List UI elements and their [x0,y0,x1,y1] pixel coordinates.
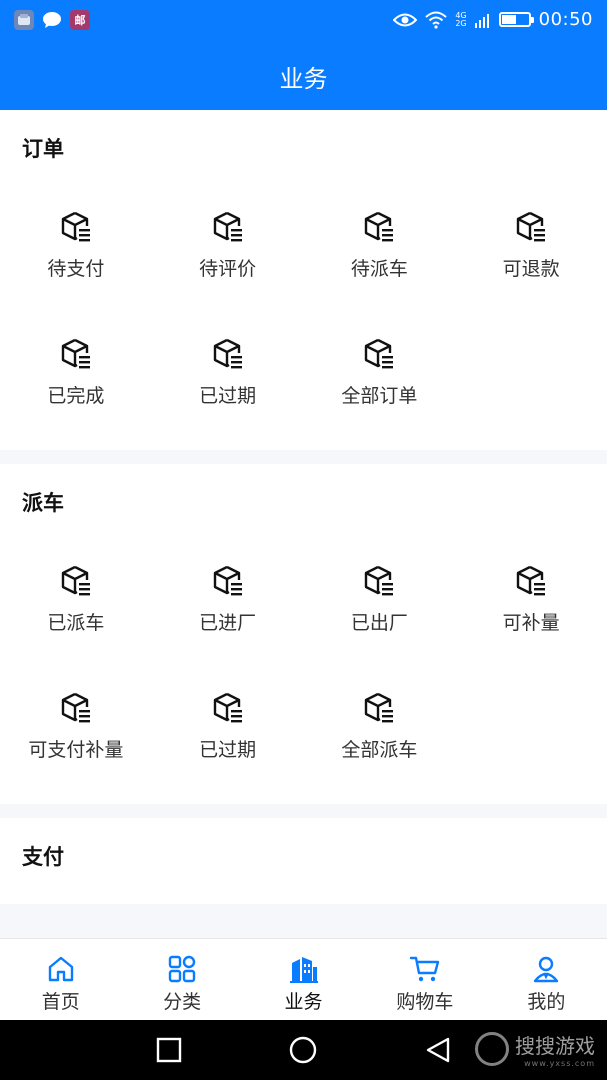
grid-item-label: 可补量 [502,612,560,634]
nav-label-cart: 购物车 [396,991,454,1013]
grid-item[interactable]: 可退款 [455,186,607,313]
package-list-icon [365,565,394,596]
app-notification-icon [14,10,34,30]
network-type: 4G 2G [455,11,467,28]
grid-item-label: 已进厂 [199,612,257,634]
cart-icon [409,956,440,982]
nav-item-cart[interactable]: 购物车 [364,939,485,1020]
status-bar: 邮 4G 2G 00:50 [0,0,607,42]
grid-item-label: 待评价 [199,258,257,280]
package-list-icon [61,692,90,723]
grid-item[interactable]: 全部订单 [304,313,456,440]
package-list-icon [213,338,242,369]
grid-item[interactable]: 全部派车 [304,667,456,794]
grid-item[interactable]: 已过期 [152,667,304,794]
payment-grid [0,894,607,904]
grid-item-label: 全部订单 [341,385,418,407]
grid-item[interactable]: 待派车 [304,186,456,313]
nav-item-profile[interactable]: 我的 [486,939,607,1020]
grid-item-label: 待派车 [350,258,408,280]
grid-item-label: 可退款 [502,258,560,280]
page-header: 业务 [0,42,607,110]
grid-item[interactable]: 已派车 [0,540,152,667]
grid-item[interactable]: 待支付 [0,186,152,313]
grid-item[interactable]: 已进厂 [152,540,304,667]
grid-item[interactable]: 已过期 [152,313,304,440]
signal-icon [474,13,489,28]
watermark-text: 搜搜游戏 [515,1034,595,1058]
eye-icon [393,13,418,26]
network-2g-label: 2G [455,18,467,28]
package-list-icon [365,692,394,723]
main-content[interactable]: 订单 待支付 待评价 待派车 可退款 已完成 已过期 全部订单 派车 已派车 已进厂 已出厂 可补… [0,110,607,938]
package-list-icon [365,211,394,242]
nav-label-profile: 我的 [527,991,566,1013]
package-list-icon [213,692,242,723]
home-icon [48,956,73,982]
package-list-icon [516,211,546,242]
watermark-url: www.yxss.com [524,1059,595,1068]
user-icon [534,956,559,983]
package-list-icon [61,338,90,369]
nav-item-business[interactable]: 业务 [243,939,364,1020]
grid-item-label: 可支付补量 [28,739,124,761]
watermark: 搜搜游戏 www.yxss.com [475,1030,595,1068]
clock: 00:50 [538,9,593,30]
nav-label-home: 首页 [41,991,80,1013]
recent-apps-icon[interactable] [155,1036,183,1064]
section-orders: 订单 待支付 待评价 待派车 可退款已完成 已过期 全部订单 [0,110,607,450]
chat-notification-icon [42,10,62,30]
grid-item-label: 已出厂 [350,612,408,634]
package-list-icon [213,211,242,242]
section-title: 支付 [22,845,64,869]
grid-item[interactable]: 已出厂 [304,540,456,667]
nav-item-home[interactable]: 首页 [0,939,121,1020]
section-dispatch: 派车 已派车 已进厂 已出厂 可补量可支付补量 已过期 全部派车 [0,464,607,804]
grid-item[interactable]: 可补量 [455,540,607,667]
package-list-icon [213,565,242,596]
grid-item[interactable]: 可支付补量 [0,667,152,794]
system-nav-bar: 搜搜游戏 www.yxss.com [0,1020,607,1080]
order-grid: 待支付 待评价 待派车 可退款已完成 已过期 全部订单 [0,186,607,450]
section-title: 派车 [22,491,64,515]
grid-icon [168,955,196,983]
watermark-logo-icon [475,1032,509,1066]
nav-item-category[interactable]: 分类 [121,939,242,1020]
grid-item-label: 已过期 [199,739,257,761]
back-icon[interactable] [424,1036,452,1064]
nav-label-category: 分类 [163,991,202,1013]
grid-item-label: 已过期 [199,385,257,407]
package-list-icon [61,211,90,242]
business-icon [289,957,318,983]
package-list-icon [516,565,546,596]
home-button-icon[interactable] [289,1036,317,1064]
bottom-nav: 首页 分类 业务 购物车 我的 [0,938,607,1020]
section-payment: 支付 [0,818,607,904]
wifi-icon [425,11,447,29]
page-title: 业务 [279,64,328,93]
grid-item-label: 全部派车 [341,739,418,761]
postal-notification-icon: 邮 [70,10,90,30]
notification-icons: 邮 [14,10,90,30]
nav-label-business: 业务 [284,991,323,1013]
status-indicators: 4G 2G 00:50 [393,9,593,30]
section-title: 订单 [22,137,64,161]
grid-item[interactable]: 待评价 [152,186,304,313]
battery-icon [498,12,534,27]
grid-item-label: 已完成 [47,385,105,407]
grid-item-label: 已派车 [47,612,105,634]
grid-item[interactable]: 已完成 [0,313,152,440]
grid-item-label: 待支付 [47,258,105,280]
package-list-icon [61,565,90,596]
package-list-icon [365,338,394,369]
dispatch-grid: 已派车 已进厂 已出厂 可补量可支付补量 已过期 全部派车 [0,540,607,804]
